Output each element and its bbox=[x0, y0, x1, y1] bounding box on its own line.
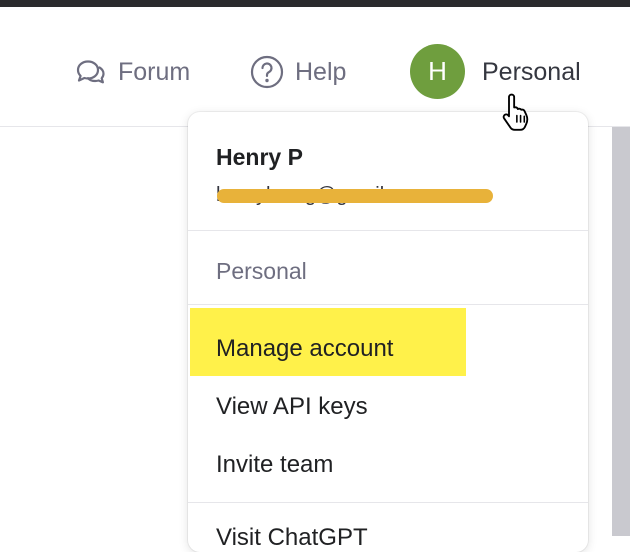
menu-divider bbox=[188, 304, 588, 305]
workspace-section-label: Personal bbox=[216, 258, 307, 284]
account-switcher-label[interactable]: Personal bbox=[482, 58, 581, 87]
avatar[interactable]: H bbox=[410, 44, 465, 99]
visit-chatgpt-item[interactable]: Visit ChatGPT bbox=[216, 524, 368, 552]
invite-team-item[interactable]: Invite team bbox=[216, 451, 333, 479]
help-link[interactable]: Help bbox=[249, 54, 346, 90]
menu-divider bbox=[188, 502, 588, 503]
account-dropdown-menu: Henry P henryhmng@gmail.com Personal Man… bbox=[188, 112, 588, 552]
window-top-strip bbox=[0, 0, 630, 7]
chat-bubbles-icon bbox=[72, 54, 108, 90]
help-label: Help bbox=[295, 57, 347, 86]
view-api-keys-item[interactable]: View API keys bbox=[216, 393, 368, 421]
hand-pointer-cursor-icon bbox=[500, 92, 536, 132]
avatar-initial: H bbox=[428, 56, 447, 86]
email-redaction-mark bbox=[217, 189, 493, 203]
question-circle-icon bbox=[249, 54, 285, 90]
user-name: Henry P bbox=[216, 144, 303, 170]
manage-account-item[interactable]: Manage account bbox=[216, 335, 393, 363]
forum-label: Forum bbox=[118, 57, 191, 86]
scrollbar[interactable] bbox=[612, 127, 630, 536]
forum-link[interactable]: Forum bbox=[72, 54, 190, 90]
menu-divider bbox=[188, 230, 588, 231]
